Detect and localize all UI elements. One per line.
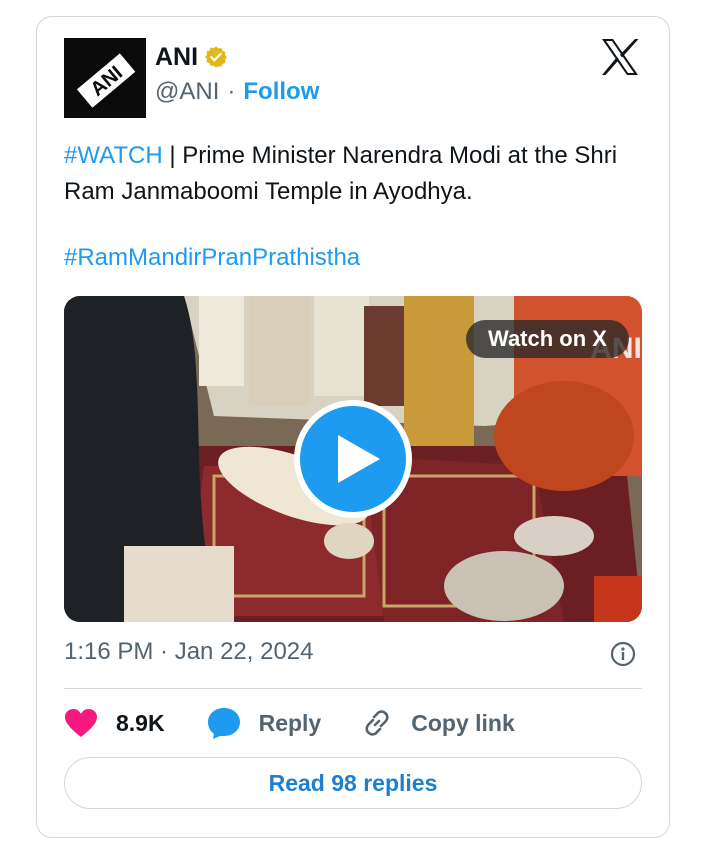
like-button[interactable]: 8.9K xyxy=(64,708,165,738)
avatar[interactable]: ANI xyxy=(64,38,146,118)
ani-logo-icon: ANI xyxy=(64,38,146,118)
x-logo-icon[interactable] xyxy=(600,38,640,76)
tweet-timestamp[interactable]: 1:16 PM · Jan 22, 2024 xyxy=(64,638,314,666)
info-icon[interactable] xyxy=(610,641,636,667)
reply-button[interactable]: Reply xyxy=(207,707,322,739)
verified-badge-icon xyxy=(205,46,227,68)
hashtag-rammandir[interactable]: #RamMandirPranPrathistha xyxy=(64,240,360,276)
author-name-row: ANI xyxy=(155,40,228,74)
hashtag-watch[interactable]: #WATCH xyxy=(64,142,163,169)
watch-on-x-button[interactable]: Watch on X xyxy=(466,320,629,358)
play-button[interactable] xyxy=(294,400,412,518)
read-replies-button[interactable]: Read 98 replies xyxy=(64,757,642,809)
handle-row: @ANI · Follow xyxy=(155,78,319,106)
divider xyxy=(64,688,642,689)
link-icon xyxy=(365,710,389,736)
play-icon xyxy=(338,435,380,483)
separator-dot: · xyxy=(227,78,236,105)
reply-label: Reply xyxy=(258,709,322,736)
author-handle[interactable]: @ANI xyxy=(155,78,219,106)
follow-button[interactable]: Follow xyxy=(243,78,319,106)
copy-link-label: Copy link xyxy=(411,709,515,736)
like-count: 8.9K xyxy=(116,709,165,736)
action-bar: 8.9K Reply Copy link xyxy=(64,704,515,742)
reply-bubble-icon xyxy=(207,708,240,739)
copy-link-button[interactable]: Copy link xyxy=(361,707,515,739)
heart-icon xyxy=(65,709,97,737)
tweet-text: #WATCH | Prime Minister Narendra Modi at… xyxy=(64,138,664,210)
author-name[interactable]: ANI xyxy=(155,43,198,72)
